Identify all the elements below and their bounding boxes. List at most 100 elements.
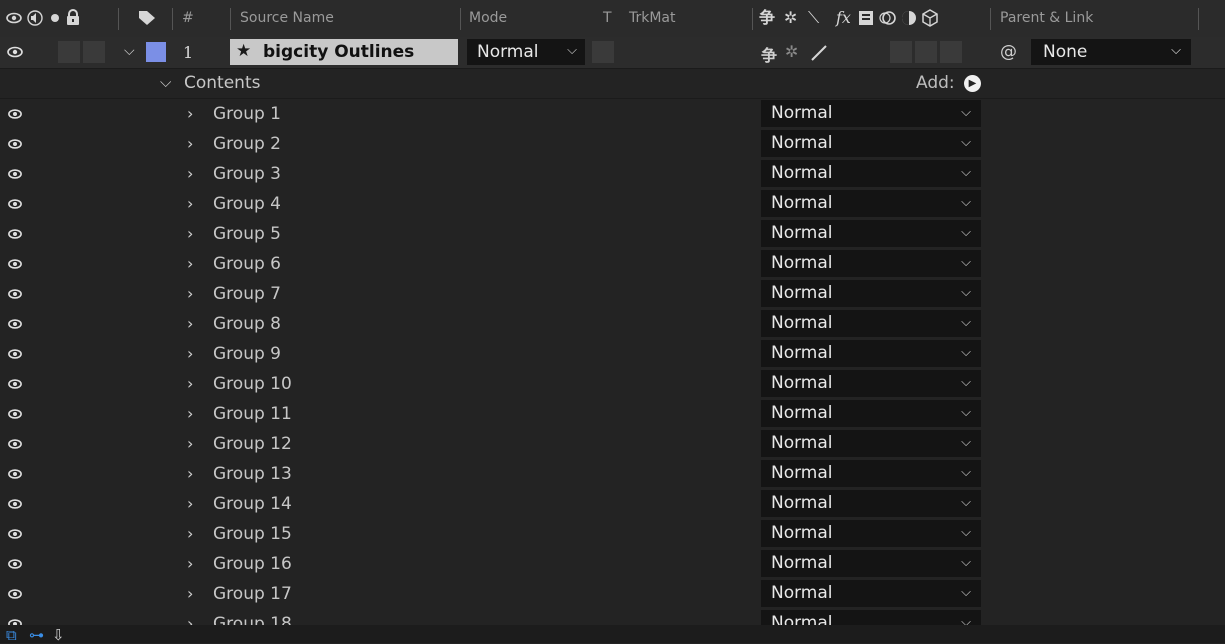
- layer-mode-dropdown[interactable]: Normal ⌵: [467, 39, 585, 65]
- group-blend-mode-dropdown[interactable]: Normal ⌵: [761, 370, 981, 397]
- group-eye-icon[interactable]: [8, 407, 22, 421]
- layer-label-color-swatch[interactable]: [146, 42, 166, 62]
- group-blend-mode-dropdown[interactable]: Normal ⌵: [761, 580, 981, 607]
- group-row[interactable]: › Group 10 Normal ⌵: [0, 369, 1225, 400]
- group-blend-mode-dropdown[interactable]: Normal ⌵: [761, 190, 981, 217]
- group-eye-icon[interactable]: [8, 467, 22, 481]
- switch-box[interactable]: [890, 41, 912, 63]
- group-twirl-chevron-icon[interactable]: ›: [187, 494, 193, 513]
- layer-name-field[interactable]: ★ bigcity Outlines: [230, 39, 458, 65]
- pick-whip-icon[interactable]: @: [1000, 42, 1017, 62]
- group-eye-icon[interactable]: [8, 377, 22, 391]
- contents-twirl-chevron-icon[interactable]: ⌵: [160, 73, 171, 91]
- lock-switch-box[interactable]: [83, 41, 105, 63]
- group-blend-mode-dropdown[interactable]: Normal ⌵: [761, 550, 981, 577]
- frame-blending-icon[interactable]: [858, 10, 874, 26]
- trkmat-box[interactable]: [592, 41, 614, 63]
- audio-speaker-icon[interactable]: [27, 10, 43, 26]
- solo-dot-icon[interactable]: [50, 13, 60, 23]
- group-blend-mode-dropdown[interactable]: Normal ⌵: [761, 280, 981, 307]
- group-row[interactable]: › Group 5 Normal ⌵: [0, 219, 1225, 250]
- group-twirl-chevron-icon[interactable]: ›: [187, 524, 193, 543]
- group-twirl-chevron-icon[interactable]: ›: [187, 404, 193, 423]
- group-blend-mode-dropdown[interactable]: Normal ⌵: [761, 220, 981, 247]
- column-header-trkmat[interactable]: TrkMat: [629, 10, 676, 26]
- twirl-open-chevron-icon[interactable]: ⌵: [124, 43, 135, 59]
- column-header-t[interactable]: T: [603, 10, 612, 26]
- group-row[interactable]: › Group 6 Normal ⌵: [0, 249, 1225, 280]
- effects-fx-icon[interactable]: fx: [836, 9, 851, 27]
- group-eye-icon[interactable]: [8, 167, 22, 181]
- group-eye-icon[interactable]: [8, 557, 22, 571]
- group-eye-icon[interactable]: [8, 227, 22, 241]
- group-eye-icon[interactable]: [8, 287, 22, 301]
- layer-row[interactable]: ⌵ 1 ★ bigcity Outlines Normal ⌵ 争 ✲ @ No…: [0, 37, 1225, 69]
- group-eye-icon[interactable]: [8, 497, 22, 511]
- group-eye-icon[interactable]: [8, 257, 22, 271]
- group-row[interactable]: › Group 12 Normal ⌵: [0, 429, 1225, 460]
- group-blend-mode-dropdown[interactable]: Normal ⌵: [761, 520, 981, 547]
- contents-row[interactable]: ⌵ Contents Add: ▶: [0, 69, 1225, 99]
- group-row[interactable]: › Group 7 Normal ⌵: [0, 279, 1225, 310]
- group-blend-mode-dropdown[interactable]: Normal ⌵: [761, 160, 981, 187]
- group-eye-icon[interactable]: [8, 197, 22, 211]
- group-row[interactable]: › Group 4 Normal ⌵: [0, 189, 1225, 220]
- collapse-transform-icon[interactable]: ✲: [784, 9, 797, 27]
- label-tag-icon[interactable]: [138, 10, 156, 26]
- motion-blur-icon[interactable]: [879, 10, 897, 26]
- group-twirl-chevron-icon[interactable]: ›: [187, 284, 193, 303]
- group-row[interactable]: › Group 1 Normal ⌵: [0, 99, 1225, 130]
- layer-quality-switch-icon[interactable]: [810, 44, 828, 62]
- layer-eye-icon[interactable]: [7, 46, 23, 58]
- group-twirl-chevron-icon[interactable]: ›: [187, 374, 193, 393]
- group-row[interactable]: › Group 11 Normal ⌵: [0, 399, 1225, 430]
- group-blend-mode-dropdown[interactable]: Normal ⌵: [761, 100, 981, 127]
- group-twirl-chevron-icon[interactable]: ›: [187, 314, 193, 333]
- group-blend-mode-dropdown[interactable]: Normal ⌵: [761, 430, 981, 457]
- group-blend-mode-dropdown[interactable]: Normal ⌵: [761, 400, 981, 427]
- column-header-number[interactable]: #: [182, 10, 194, 26]
- group-blend-mode-dropdown[interactable]: Normal ⌵: [761, 250, 981, 277]
- group-blend-mode-dropdown[interactable]: Normal ⌵: [761, 310, 981, 337]
- switch-box[interactable]: [940, 41, 962, 63]
- group-eye-icon[interactable]: [8, 347, 22, 361]
- quality-icon[interactable]: ⟍: [808, 9, 819, 27]
- switch-box[interactable]: [915, 41, 937, 63]
- group-row[interactable]: › Group 8 Normal ⌵: [0, 309, 1225, 340]
- group-row[interactable]: › Group 17 Normal ⌵: [0, 579, 1225, 610]
- expand-collapse-icon[interactable]: ⇩: [52, 626, 65, 644]
- solo-switch-box[interactable]: [58, 41, 80, 63]
- group-eye-icon[interactable]: [8, 527, 22, 541]
- group-twirl-chevron-icon[interactable]: ›: [187, 194, 193, 213]
- graph-editor-icon[interactable]: ⊶: [29, 626, 44, 644]
- column-header-source-name[interactable]: Source Name: [240, 10, 334, 26]
- group-eye-icon[interactable]: [8, 137, 22, 151]
- group-twirl-chevron-icon[interactable]: ›: [187, 164, 193, 183]
- group-twirl-chevron-icon[interactable]: ›: [187, 434, 193, 453]
- layer-collapse-switch-icon[interactable]: ✲: [785, 42, 798, 61]
- group-blend-mode-dropdown[interactable]: Normal ⌵: [761, 490, 981, 517]
- group-twirl-chevron-icon[interactable]: ›: [187, 584, 193, 603]
- group-twirl-chevron-icon[interactable]: ›: [187, 554, 193, 573]
- column-header-parent-link[interactable]: Parent & Link: [1000, 10, 1093, 26]
- group-row[interactable]: › Group 2 Normal ⌵: [0, 129, 1225, 160]
- group-row[interactable]: › Group 13 Normal ⌵: [0, 459, 1225, 490]
- group-row[interactable]: › Group 9 Normal ⌵: [0, 339, 1225, 370]
- comp-flowchart-icon[interactable]: ⧉: [6, 626, 17, 644]
- group-row[interactable]: › Group 15 Normal ⌵: [0, 519, 1225, 550]
- group-blend-mode-dropdown[interactable]: Normal ⌵: [761, 130, 981, 157]
- group-twirl-chevron-icon[interactable]: ›: [187, 104, 193, 123]
- video-eye-icon[interactable]: [6, 12, 22, 24]
- group-blend-mode-dropdown[interactable]: Normal ⌵: [761, 340, 981, 367]
- column-header-mode[interactable]: Mode: [469, 10, 507, 26]
- group-eye-icon[interactable]: [8, 107, 22, 121]
- group-twirl-chevron-icon[interactable]: ›: [187, 224, 193, 243]
- 3d-layer-icon[interactable]: [922, 9, 938, 27]
- group-blend-mode-dropdown[interactable]: Normal ⌵: [761, 460, 981, 487]
- group-twirl-chevron-icon[interactable]: ›: [187, 134, 193, 153]
- group-eye-icon[interactable]: [8, 317, 22, 331]
- layer-shy-switch-icon[interactable]: 争: [761, 42, 777, 66]
- lock-icon[interactable]: [66, 9, 80, 26]
- group-row[interactable]: › Group 14 Normal ⌵: [0, 489, 1225, 520]
- group-twirl-chevron-icon[interactable]: ›: [187, 254, 193, 273]
